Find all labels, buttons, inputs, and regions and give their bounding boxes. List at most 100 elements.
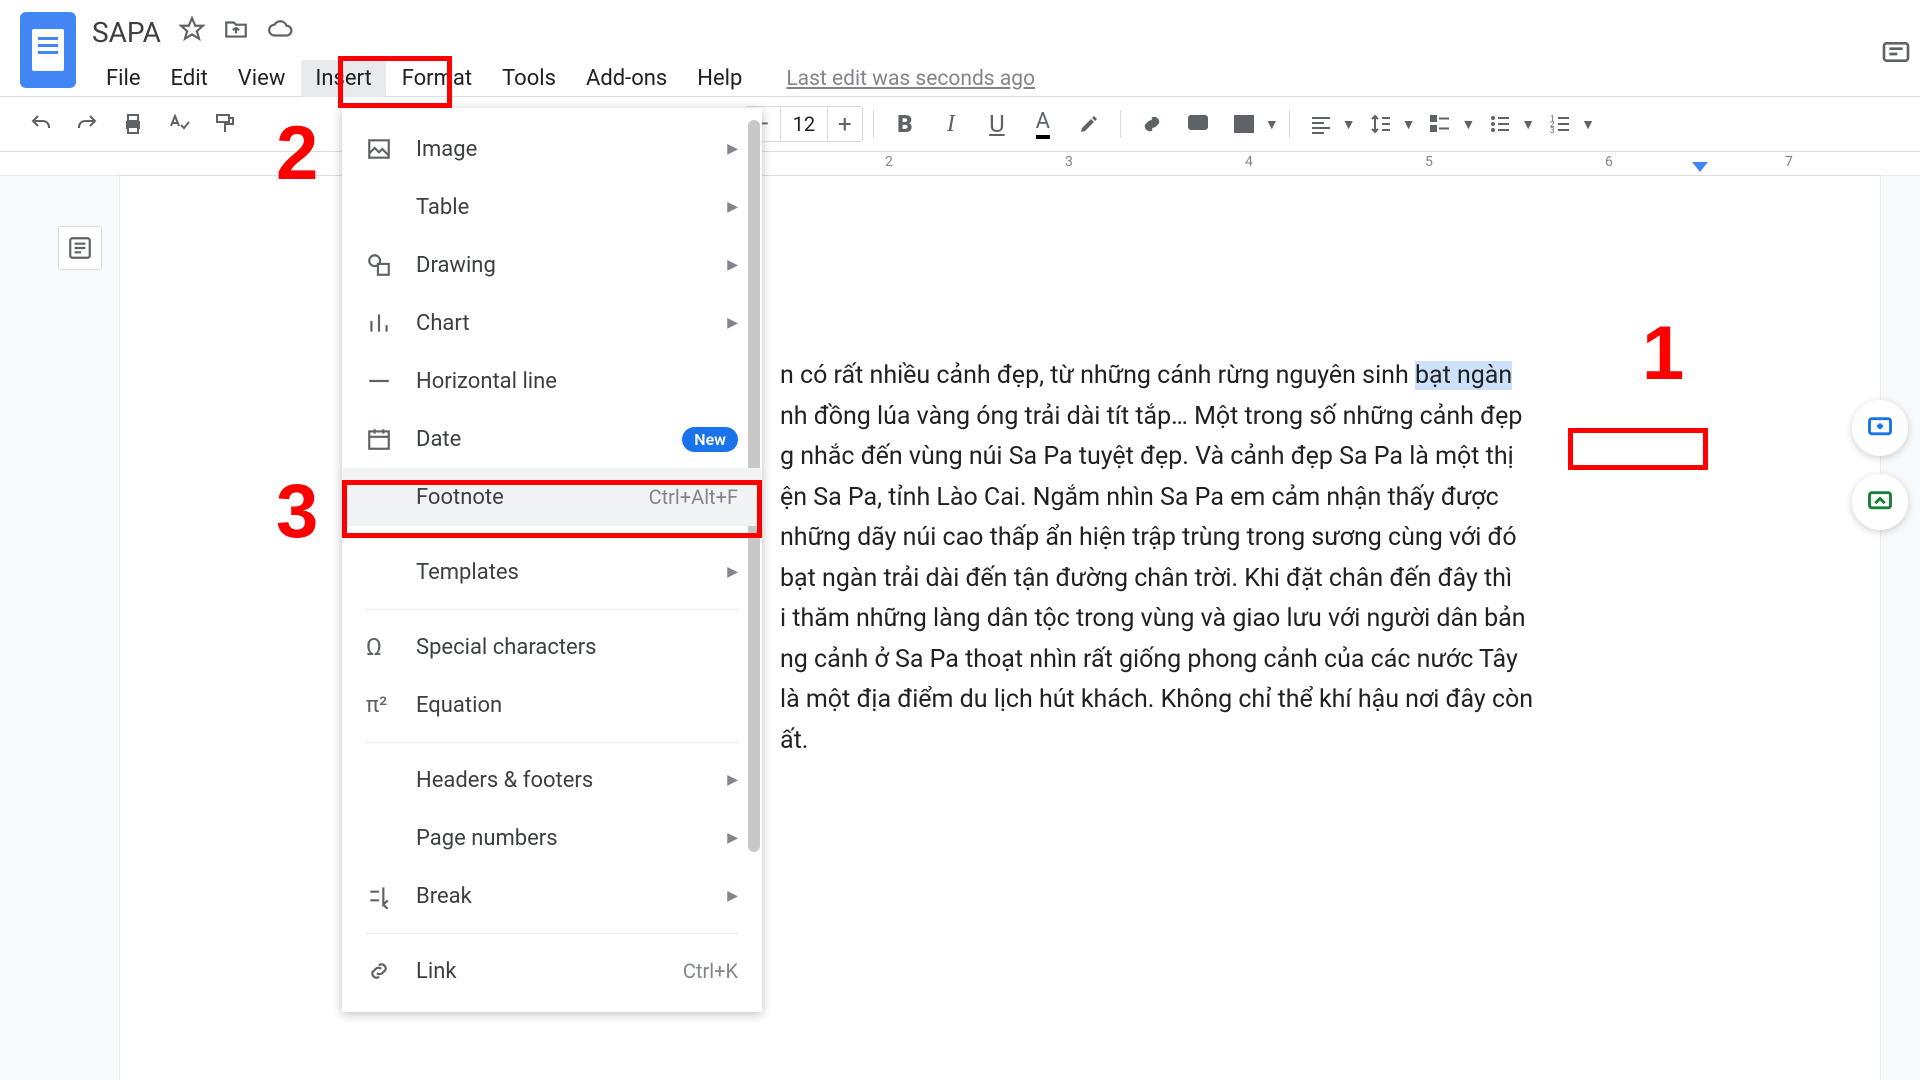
spellcheck-button[interactable] — [158, 103, 200, 145]
document-title[interactable]: SAPA — [92, 16, 161, 49]
move-icon[interactable] — [223, 16, 249, 48]
insert-drawing[interactable]: Drawing▶ — [342, 236, 762, 294]
insert-headers-footers[interactable]: Headers & footers▶ — [342, 751, 762, 809]
menu-edit[interactable]: Edit — [157, 60, 222, 97]
ruler-indent-marker[interactable] — [1692, 162, 1708, 172]
pi-icon: π² — [366, 693, 402, 718]
divider — [366, 933, 738, 934]
document-canvas: n có rất nhiều cảnh đẹp, từ những cánh r… — [0, 176, 1920, 1080]
underline-button[interactable]: U — [976, 103, 1018, 145]
new-badge: New — [682, 427, 738, 452]
ruler-mark: 5 — [1425, 154, 1433, 170]
insert-footnote[interactable]: FootnoteCtrl+Alt+F — [342, 468, 762, 526]
docs-logo[interactable] — [20, 12, 76, 88]
submenu-arrow-icon: ▶ — [727, 772, 738, 788]
chart-icon — [366, 310, 402, 336]
ruler-mark: 6 — [1605, 154, 1613, 170]
svg-text:3: 3 — [1550, 126, 1555, 135]
insert-templates[interactable]: Templates▶ — [342, 543, 762, 601]
image-icon — [366, 136, 402, 162]
cloud-status-icon[interactable] — [267, 16, 293, 48]
numbered-list-button[interactable]: 123 — [1539, 103, 1581, 145]
outline-toggle-button[interactable] — [58, 226, 102, 270]
print-button[interactable] — [112, 103, 154, 145]
ruler-mark: 7 — [1785, 154, 1793, 170]
numbered-dropdown-arrow[interactable]: ▼ — [1581, 116, 1595, 133]
insert-date[interactable]: DateNew — [342, 410, 762, 468]
submenu-arrow-icon: ▶ — [727, 564, 738, 580]
submenu-arrow-icon: ▶ — [727, 141, 738, 157]
menu-insert[interactable]: Insert — [301, 60, 385, 97]
ruler[interactable]: 2 3 4 5 6 7 — [0, 152, 1920, 176]
calendar-icon — [366, 426, 402, 452]
shortcut-label: Ctrl+K — [683, 959, 738, 983]
undo-button[interactable] — [20, 103, 62, 145]
menu-help[interactable]: Help — [683, 60, 756, 97]
divider — [366, 534, 738, 535]
document-text[interactable]: n có rất nhiều cảnh đẹp, từ những cánh r… — [780, 356, 1660, 761]
redo-button[interactable] — [66, 103, 108, 145]
insert-horizontal-line[interactable]: Horizontal line — [342, 352, 762, 410]
font-size-increase[interactable]: + — [828, 110, 862, 138]
add-comment-fab[interactable] — [1852, 400, 1908, 456]
ruler-mark: 2 — [885, 154, 893, 170]
italic-button[interactable]: I — [930, 103, 972, 145]
insert-special-characters[interactable]: ΩSpecial characters — [342, 618, 762, 676]
break-icon — [366, 883, 402, 909]
insert-image[interactable]: Image▶ — [342, 120, 762, 178]
right-rail — [1852, 400, 1908, 530]
comment-button[interactable] — [1177, 103, 1219, 145]
link-button[interactable] — [1131, 103, 1173, 145]
align-dropdown-arrow[interactable]: ▼ — [1342, 116, 1356, 133]
toolbar: ▼ − 12 + B I U A ▼ ▼ ▼ ▼ ▼ 123 ▼ — [0, 96, 1920, 152]
paint-format-button[interactable] — [204, 103, 246, 145]
hline-icon — [366, 368, 402, 394]
font-size-control: − 12 + — [745, 106, 863, 142]
insert-page-numbers[interactable]: Page numbers▶ — [342, 809, 762, 867]
insert-table[interactable]: Table▶ — [342, 178, 762, 236]
image-dropdown-arrow[interactable]: ▼ — [1265, 116, 1279, 133]
image-button[interactable] — [1223, 103, 1265, 145]
text-color-button[interactable]: A — [1022, 103, 1064, 145]
last-edit-link[interactable]: Last edit was seconds ago — [786, 67, 1035, 91]
line-spacing-button[interactable] — [1360, 103, 1402, 145]
drawing-icon — [366, 252, 402, 278]
suggest-edits-fab[interactable] — [1852, 474, 1908, 530]
highlight-button[interactable] — [1068, 103, 1110, 145]
insert-link[interactable]: LinkCtrl+K — [342, 942, 762, 1000]
insert-chart[interactable]: Chart▶ — [342, 294, 762, 352]
menu-format[interactable]: Format — [388, 60, 486, 97]
submenu-arrow-icon: ▶ — [727, 257, 738, 273]
bullet-dropdown-arrow[interactable]: ▼ — [1521, 116, 1535, 133]
menu-file[interactable]: File — [92, 60, 155, 97]
bulleted-list-button[interactable] — [1479, 103, 1521, 145]
menubar: File Edit View Insert Format Tools Add-o… — [92, 60, 1900, 97]
checklist-dropdown-arrow[interactable]: ▼ — [1461, 116, 1475, 133]
insert-break[interactable]: Break▶ — [342, 867, 762, 925]
omega-icon: Ω — [366, 633, 402, 661]
bold-button[interactable]: B — [884, 103, 926, 145]
selected-text[interactable]: bạt ngàn — [1415, 361, 1512, 390]
header: SAPA File Edit View Insert Format Tools … — [0, 0, 1920, 96]
align-button[interactable] — [1300, 103, 1342, 145]
ruler-mark: 4 — [1245, 154, 1253, 170]
ruler-mark: 3 — [1065, 154, 1073, 170]
submenu-arrow-icon: ▶ — [727, 830, 738, 846]
submenu-arrow-icon: ▶ — [727, 315, 738, 331]
submenu-arrow-icon: ▶ — [727, 888, 738, 904]
menu-addons[interactable]: Add-ons — [572, 60, 681, 97]
font-size-value[interactable]: 12 — [780, 107, 828, 141]
divider — [366, 609, 738, 610]
link-icon — [366, 958, 402, 984]
submenu-arrow-icon: ▶ — [727, 199, 738, 215]
comments-icon[interactable] — [1880, 38, 1912, 74]
menu-view[interactable]: View — [224, 60, 300, 97]
menu-tools[interactable]: Tools — [488, 60, 570, 97]
star-icon[interactable] — [179, 16, 205, 48]
checklist-button[interactable] — [1419, 103, 1461, 145]
divider — [366, 742, 738, 743]
insert-dropdown: Image▶ Table▶ Drawing▶ Chart▶ Horizontal… — [342, 108, 762, 1012]
shortcut-label: Ctrl+Alt+F — [649, 485, 738, 509]
insert-equation[interactable]: π²Equation — [342, 676, 762, 734]
spacing-dropdown-arrow[interactable]: ▼ — [1402, 116, 1416, 133]
